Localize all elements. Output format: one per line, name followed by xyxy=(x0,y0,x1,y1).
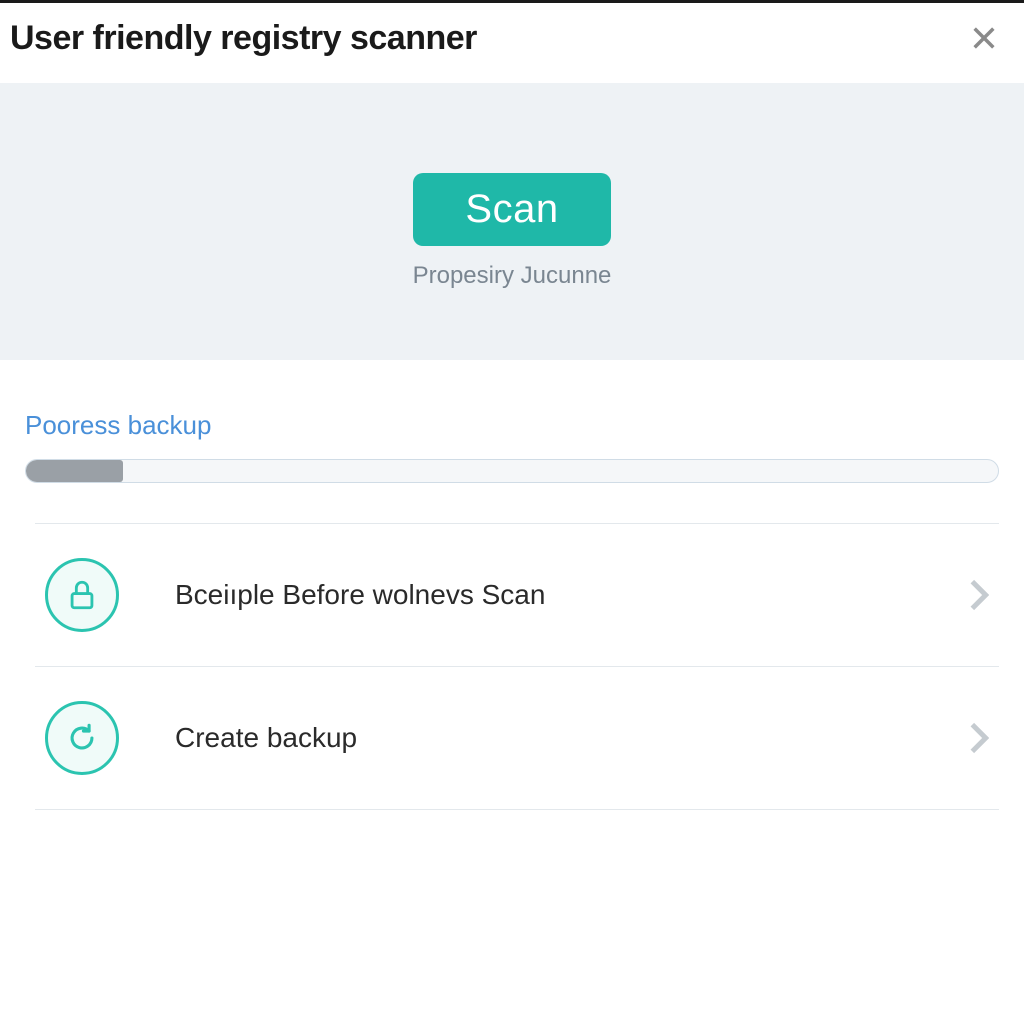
option-scan-before[interactable]: Bceiıple Before wolnevs Scan xyxy=(35,524,999,666)
options-list: Bceiıple Before wolnevs Scan Create back… xyxy=(0,493,1024,810)
progress-bar xyxy=(25,459,999,483)
header: User friendly registry scanner xyxy=(0,3,1024,83)
option-create-backup[interactable]: Create backup xyxy=(35,667,999,809)
scan-button[interactable]: Scan xyxy=(413,173,610,246)
close-icon xyxy=(970,24,998,52)
chevron-right-icon xyxy=(969,578,989,612)
page-title: User friendly registry scanner xyxy=(10,19,477,58)
option-icon-circle xyxy=(45,701,119,775)
scan-panel: Scan Propesiry Jucunne xyxy=(0,83,1024,360)
refresh-icon xyxy=(65,721,99,755)
chevron-right-icon xyxy=(969,721,989,755)
option-icon-circle xyxy=(45,558,119,632)
divider xyxy=(35,809,999,810)
option-label: Create backup xyxy=(175,722,969,754)
option-label: Bceiıple Before wolnevs Scan xyxy=(175,579,969,611)
progress-section: Pooress backup xyxy=(0,360,1024,493)
progress-fill xyxy=(26,460,123,482)
lock-icon xyxy=(65,578,99,612)
close-button[interactable] xyxy=(964,18,1004,58)
progress-label: Pooress backup xyxy=(25,410,999,441)
scan-subtext: Propesiry Jucunne xyxy=(413,262,612,290)
